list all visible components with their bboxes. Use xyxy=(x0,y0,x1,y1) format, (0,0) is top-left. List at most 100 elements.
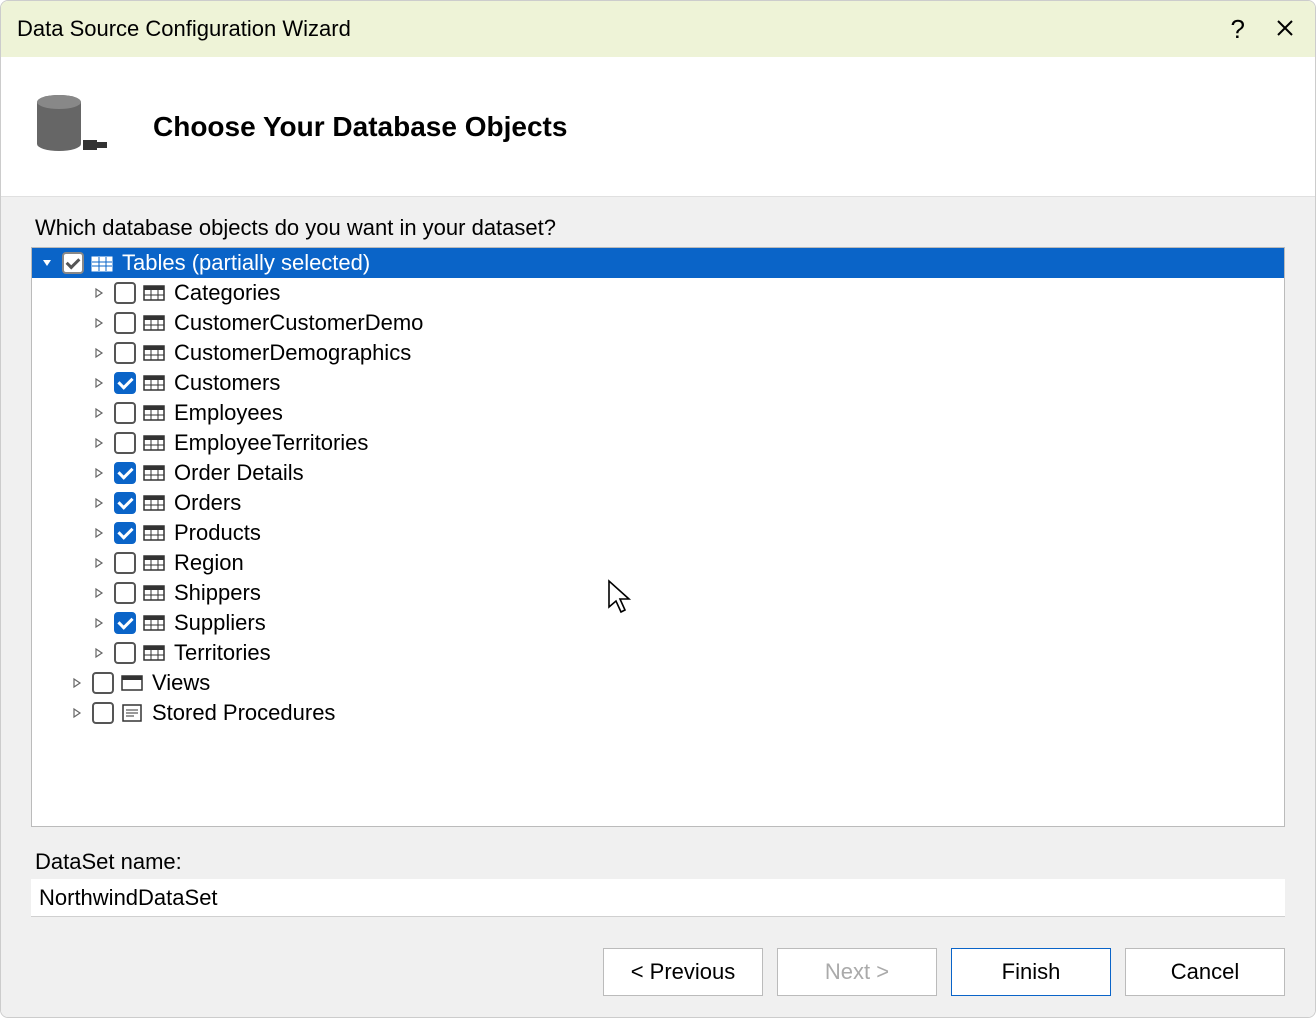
expander-closed-icon[interactable] xyxy=(92,346,106,360)
tree-node-table[interactable]: Categories xyxy=(32,278,1284,308)
tree-node-table[interactable]: Products xyxy=(32,518,1284,548)
tree-node-table[interactable]: Customers xyxy=(32,368,1284,398)
tree-node-label: Categories xyxy=(172,280,280,306)
tree-node-table[interactable]: Region xyxy=(32,548,1284,578)
checkbox-table[interactable] xyxy=(114,642,136,664)
cancel-button[interactable]: Cancel xyxy=(1125,948,1285,996)
prompt-label: Which database objects do you want in yo… xyxy=(35,215,1285,241)
tree-node-tables[interactable]: Tables (partially selected) xyxy=(32,248,1284,278)
expander-closed-icon[interactable] xyxy=(92,406,106,420)
expander-closed-icon[interactable] xyxy=(92,466,106,480)
wizard-header: Choose Your Database Objects xyxy=(1,57,1315,197)
wizard-body: Which database objects do you want in yo… xyxy=(1,197,1315,927)
checkbox-table[interactable] xyxy=(114,282,136,304)
tree-container: Tables (partially selected) Categories Cu… xyxy=(31,247,1285,827)
expander-closed-icon[interactable] xyxy=(92,646,106,660)
tree-node-label: Territories xyxy=(172,640,271,666)
expander-closed-icon[interactable] xyxy=(92,616,106,630)
close-icon xyxy=(1275,18,1295,38)
titlebar-buttons: ? xyxy=(1231,1,1305,57)
tree-node-label: EmployeeTerritories xyxy=(172,430,368,456)
tree-node-label: Region xyxy=(172,550,244,576)
checkbox-table[interactable] xyxy=(114,312,136,334)
views-icon xyxy=(120,673,144,693)
tree-node-label: Views xyxy=(150,670,210,696)
window-title: Data Source Configuration Wizard xyxy=(17,16,351,42)
table-icon xyxy=(142,373,166,393)
checkbox-table[interactable] xyxy=(114,612,136,634)
table-icon xyxy=(142,523,166,543)
tree-node-table[interactable]: Territories xyxy=(32,638,1284,668)
tree-node-table[interactable]: CustomerCustomerDemo xyxy=(32,308,1284,338)
table-icon xyxy=(142,403,166,423)
expander-closed-icon[interactable] xyxy=(92,286,106,300)
tree-node-label: CustomerDemographics xyxy=(172,340,411,366)
checkbox-table[interactable] xyxy=(114,552,136,574)
tree-node-table[interactable]: Order Details xyxy=(32,458,1284,488)
table-icon xyxy=(142,613,166,633)
table-icon xyxy=(142,583,166,603)
tree-node-table[interactable]: Shippers xyxy=(32,578,1284,608)
tree-node-label: Orders xyxy=(172,490,241,516)
table-icon xyxy=(142,283,166,303)
tree-node-label: Products xyxy=(172,520,261,546)
help-button[interactable]: ? xyxy=(1231,14,1245,45)
checkbox-table[interactable] xyxy=(114,402,136,424)
tree-node-table[interactable]: CustomerDemographics xyxy=(32,338,1284,368)
expander-closed-icon[interactable] xyxy=(70,676,84,690)
checkbox-table[interactable] xyxy=(114,582,136,604)
checkbox-table[interactable] xyxy=(114,462,136,484)
tree-node-label: CustomerCustomerDemo xyxy=(172,310,423,336)
database-icon xyxy=(31,92,111,162)
table-icon xyxy=(142,643,166,663)
checkbox-table[interactable] xyxy=(114,342,136,364)
expander-open-icon[interactable] xyxy=(40,256,54,270)
sproc-icon xyxy=(120,703,144,723)
tree-node-label: Shippers xyxy=(172,580,261,606)
checkbox-table[interactable] xyxy=(114,522,136,544)
table-icon xyxy=(142,313,166,333)
wizard-dialog: Data Source Configuration Wizard ? Choos… xyxy=(0,0,1316,1018)
checkbox-table[interactable] xyxy=(114,372,136,394)
tree-node-stored-procedures[interactable]: Stored Procedures xyxy=(32,698,1284,728)
expander-closed-icon[interactable] xyxy=(92,496,106,510)
checkbox-table[interactable] xyxy=(114,432,136,454)
table-icon xyxy=(142,493,166,513)
tree-scroll[interactable]: Tables (partially selected) Categories Cu… xyxy=(32,248,1284,826)
tree-node-table[interactable]: Orders xyxy=(32,488,1284,518)
dataset-name-label: DataSet name: xyxy=(35,849,1285,875)
tree-node-label: Customers xyxy=(172,370,280,396)
tree-node-table[interactable]: EmployeeTerritories xyxy=(32,428,1284,458)
wizard-footer: < Previous Next > Finish Cancel xyxy=(1,927,1315,1017)
table-icon xyxy=(142,553,166,573)
expander-closed-icon[interactable] xyxy=(92,316,106,330)
tree-node-table[interactable]: Employees xyxy=(32,398,1284,428)
tree-node-label: Stored Procedures xyxy=(150,700,335,726)
expander-closed-icon[interactable] xyxy=(92,526,106,540)
page-title: Choose Your Database Objects xyxy=(153,111,567,143)
table-icon xyxy=(142,463,166,483)
finish-button[interactable]: Finish xyxy=(951,948,1111,996)
close-button[interactable] xyxy=(1275,14,1295,45)
previous-button[interactable]: < Previous xyxy=(603,948,763,996)
tree-node-label: Suppliers xyxy=(172,610,266,636)
titlebar: Data Source Configuration Wizard ? xyxy=(1,1,1315,57)
next-button: Next > xyxy=(777,948,937,996)
tree-node-label: Order Details xyxy=(172,460,304,486)
tree-node-views[interactable]: Views xyxy=(32,668,1284,698)
table-icon xyxy=(142,343,166,363)
tree-node-label: Employees xyxy=(172,400,283,426)
table-icon xyxy=(142,433,166,453)
expander-closed-icon[interactable] xyxy=(92,556,106,570)
checkbox-tables[interactable] xyxy=(62,252,84,274)
tables-folder-icon xyxy=(90,253,114,273)
dataset-name-input[interactable] xyxy=(31,879,1285,917)
expander-closed-icon[interactable] xyxy=(92,436,106,450)
expander-closed-icon[interactable] xyxy=(70,706,84,720)
expander-closed-icon[interactable] xyxy=(92,376,106,390)
checkbox-stored-procedures[interactable] xyxy=(92,702,114,724)
checkbox-table[interactable] xyxy=(114,492,136,514)
tree-node-table[interactable]: Suppliers xyxy=(32,608,1284,638)
checkbox-views[interactable] xyxy=(92,672,114,694)
expander-closed-icon[interactable] xyxy=(92,586,106,600)
